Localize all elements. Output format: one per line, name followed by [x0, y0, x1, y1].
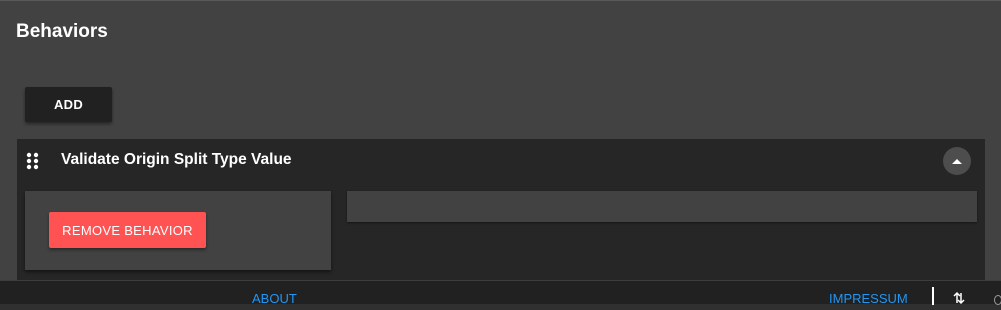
behavior-title: Validate Origin Split Type Value [61, 151, 292, 168]
sort-arrows-icon[interactable] [953, 291, 965, 305]
add-button[interactable]: ADD [25, 87, 112, 122]
behavior-config-field[interactable] [347, 191, 977, 222]
page-title: Behaviors [16, 21, 108, 42]
collapse-button[interactable] [943, 147, 971, 175]
behaviors-panel: Behaviors ADD Validate Origin Split Type… [0, 0, 1001, 281]
footer: ABOUT IMPRESSUM [0, 280, 1001, 306]
chevron-up-icon [952, 159, 962, 164]
drag-handle-icon[interactable] [26, 152, 40, 170]
behavior-actions-card: REMOVE BEHAVIOR [25, 191, 331, 270]
footer-divider [932, 287, 934, 305]
remove-behavior-button[interactable]: REMOVE BEHAVIOR [49, 212, 206, 248]
behavior-item: Validate Origin Split Type Value REMOVE … [17, 139, 985, 281]
